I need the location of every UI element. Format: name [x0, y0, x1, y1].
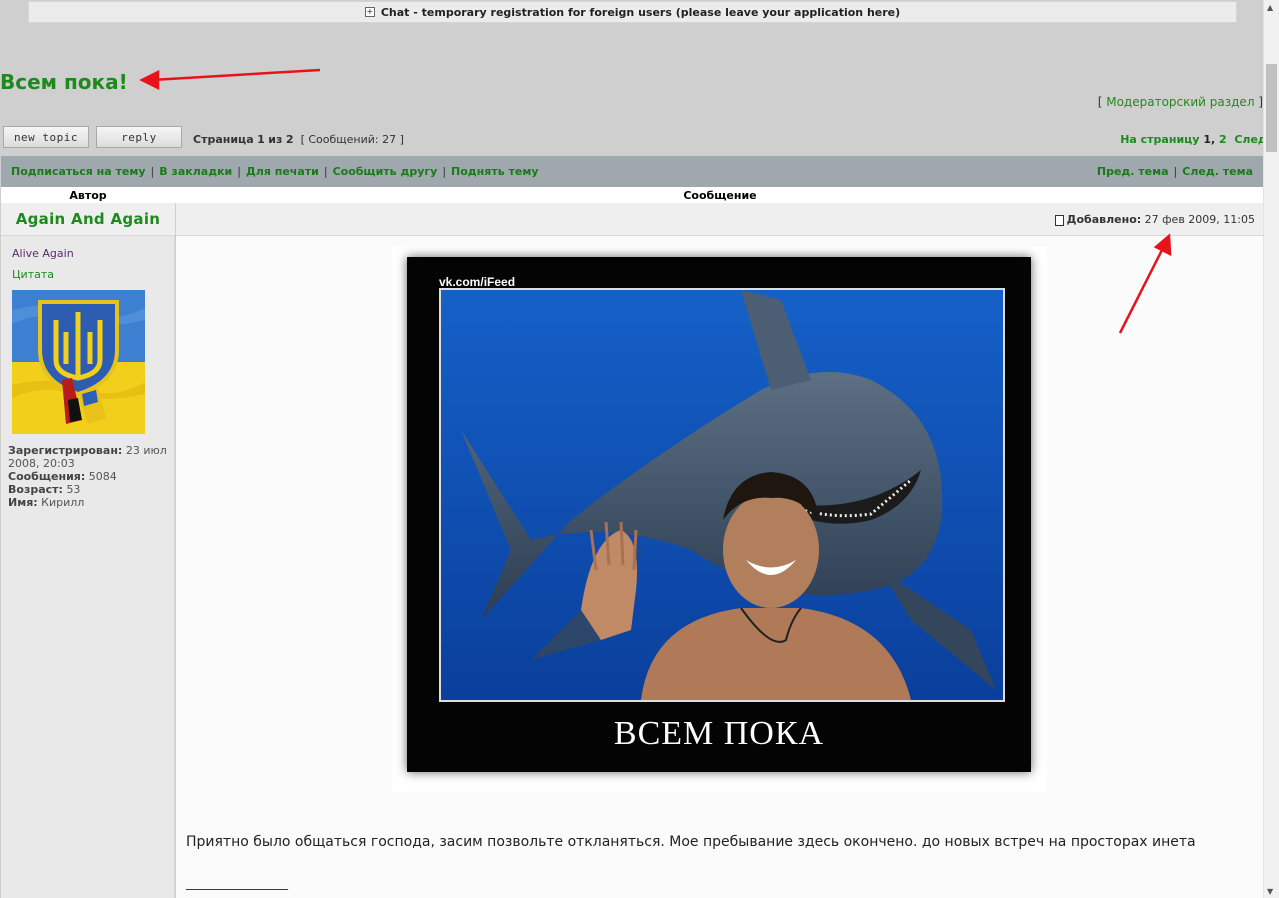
message-count: [ Сообщений: 27 ]	[300, 133, 404, 146]
next-topic-link[interactable]: След. тема	[1182, 165, 1253, 178]
name-value: Кирилл	[41, 496, 85, 509]
reply-button[interactable]: reply	[96, 126, 182, 148]
age-value: 53	[66, 483, 81, 496]
page-word: Страница	[193, 133, 254, 146]
post-date-header: Добавлено: 27 фев 2009, 11:05	[176, 203, 1263, 236]
bookmarks-link[interactable]: В закладки	[159, 165, 232, 178]
post-author-name[interactable]: Again And Again	[1, 203, 175, 236]
chat-label: Chat - temporary registration for foreig…	[380, 5, 901, 19]
action-bar-left: Подписаться на тему | В закладки | Для печат…	[11, 165, 539, 178]
page-total: 2	[285, 133, 294, 146]
page-info: Страница 1 из 2 [ Сообщений: 27 ]	[193, 133, 404, 146]
moderator-link[interactable]: Модераторский раздел	[1106, 95, 1254, 109]
title-arrow-head	[139, 69, 160, 91]
subscribe-link[interactable]: Подписаться на тему	[11, 165, 146, 178]
table-header-row: Автор Сообщение	[1, 187, 1263, 203]
author-column-header: Автор	[69, 189, 107, 202]
quote-link[interactable]: Цитата	[12, 268, 54, 281]
bracket-open: [	[1097, 95, 1107, 109]
page-of-word: из	[268, 133, 283, 146]
title-arrow-line	[151, 68, 321, 82]
topic-title: Всем пока!	[0, 70, 128, 94]
post-document-icon[interactable]	[1054, 214, 1064, 226]
expand-plus-icon[interactable]: +	[364, 7, 375, 17]
message-column-header: Сообщение	[683, 189, 757, 202]
page-comma: ,	[1210, 133, 1216, 146]
name-label: Имя:	[8, 496, 38, 509]
messages-label: Сообщения:	[8, 470, 86, 483]
page-2-link[interactable]: 2	[1219, 133, 1227, 146]
new-topic-button[interactable]: new topic	[3, 126, 89, 148]
separator: |	[323, 165, 328, 178]
shark-photo	[441, 290, 1003, 700]
scroll-up-arrow-icon[interactable]: ▲	[1267, 3, 1273, 12]
moderator-section: [ Модераторский раздел ]	[1098, 95, 1263, 109]
image-caption: ВСЕМ ПОКА	[613, 715, 825, 752]
image-watermark: vk.com/iFeed	[439, 275, 516, 289]
added-label: Добавлено:	[1066, 212, 1142, 226]
separator: |	[1173, 165, 1178, 178]
goto-page-label: На страницу	[1120, 133, 1200, 146]
post-image: vk.com/iFeed ВСЕМ ПОКА	[392, 246, 1047, 792]
user-rank: Alive Again	[12, 247, 74, 260]
topic-action-bar: Подписаться на тему | В закладки | Для печат…	[1, 156, 1263, 187]
avatar-image	[12, 290, 145, 434]
messages-value: 5084	[88, 470, 117, 483]
chat-registration-link[interactable]: + Chat - temporary registration for fore…	[28, 1, 1237, 23]
separator: |	[237, 165, 241, 178]
page-current: 1	[257, 133, 265, 146]
action-bar-right: Пред. тема | След. тема	[1097, 165, 1253, 178]
post-date: 27 фев 2009, 11:05	[1144, 212, 1255, 226]
post-text: Приятно было общаться господа, засим поз…	[186, 834, 1196, 850]
page-navigation: На страницу 1, 2 След.	[1120, 133, 1271, 146]
photo-area	[439, 288, 1005, 702]
bracket-close: ]	[1254, 95, 1263, 109]
demotivator-frame: vk.com/iFeed ВСЕМ ПОКА	[407, 257, 1031, 772]
user-avatar	[12, 290, 145, 434]
user-profile-info: Зарегистрирован: 23 июл 2008, 20:03 Сооб…	[8, 444, 173, 509]
separator: |	[150, 165, 155, 178]
separator: |	[442, 165, 447, 178]
print-link[interactable]: Для печати	[246, 165, 319, 178]
signature-divider: _________________	[186, 876, 288, 890]
age-label: Возраст:	[8, 483, 63, 496]
scrollbar-thumb[interactable]	[1266, 64, 1277, 152]
bump-topic-link[interactable]: Поднять тему	[451, 165, 538, 178]
vertical-scrollbar[interactable]: ▲ ▼	[1263, 0, 1279, 898]
scroll-down-arrow-icon[interactable]: ▼	[1267, 887, 1273, 896]
page-1-current: 1	[1203, 133, 1211, 146]
tell-friend-link[interactable]: Сообщить другу	[333, 165, 438, 178]
registered-label: Зарегистрирован:	[8, 444, 123, 457]
prev-topic-link[interactable]: Пред. тема	[1097, 165, 1169, 178]
